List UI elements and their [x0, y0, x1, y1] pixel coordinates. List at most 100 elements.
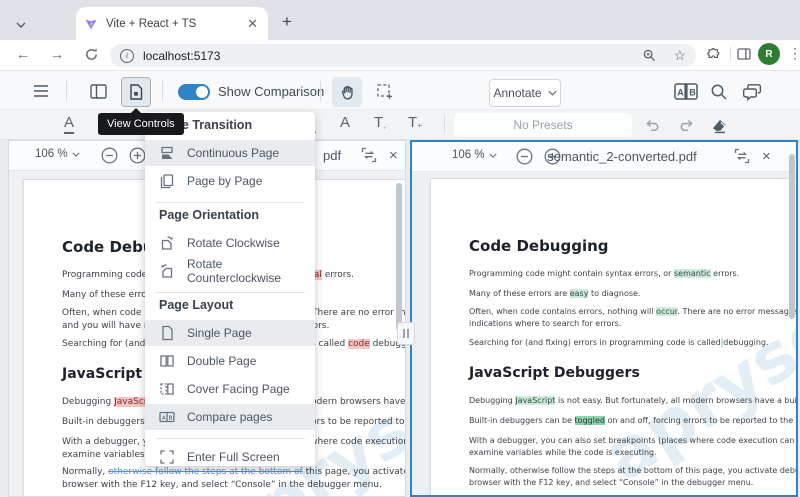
browser-menu-icon[interactable]: ⋮: [788, 45, 800, 62]
menu-section-header: Page Orientation: [159, 208, 260, 222]
menu-section-header: Page Layout: [159, 298, 234, 312]
menu-item-label: Rotate Counterclockwise: [187, 257, 282, 285]
chevron-down-icon: [547, 90, 557, 96]
chevron-down-icon: [72, 152, 80, 157]
view-controls-menu: Page Transition Continuous Page Page by Pa…: [145, 112, 315, 466]
pan-hand-icon[interactable]: [332, 77, 362, 107]
highlight-tool-icon[interactable]: A: [340, 114, 350, 131]
comments-icon[interactable]: [738, 79, 766, 105]
menu-item-continuous-page[interactable]: Continuous Page: [145, 140, 315, 166]
doc-paragraph-line: Normally, otherwise follow the steps at …: [62, 467, 406, 477]
marquee-zoom-icon[interactable]: [372, 79, 398, 105]
forward-icon[interactable]: →: [50, 46, 64, 62]
menu-item-label: Page by Page: [187, 174, 263, 188]
browser-profile-avatar[interactable]: R: [758, 43, 780, 65]
left-replace-document-icon[interactable]: [361, 147, 377, 163]
right-panel-header: 106 % semantic_2-converted.pdf ×: [412, 142, 796, 172]
rotate-counterclockwise-icon: [161, 264, 173, 278]
underline-tool-icon[interactable]: A: [64, 114, 75, 134]
annotate-label: Annotate: [493, 86, 542, 100]
show-comparison-toggle[interactable]: [178, 84, 210, 100]
doc-paragraph-line: Built-in debuggers can be toggled on and…: [469, 416, 798, 425]
left-zoom-in-icon[interactable]: [129, 147, 146, 164]
single-page-icon: [162, 325, 173, 341]
left-zoom-dropdown[interactable]: 106 %: [35, 148, 80, 160]
tab-search-icon[interactable]: [8, 14, 34, 36]
site-info-icon[interactable]: i: [120, 48, 134, 63]
url-text: localhost:5173: [143, 48, 221, 63]
zoom-page-icon[interactable]: [642, 48, 657, 63]
menu-item-enter-full-screen[interactable]: Enter Full Screen: [145, 444, 315, 466]
doc-paragraph-line: examine variables while the code is exec…: [469, 447, 657, 457]
menu-item-page-by-page[interactable]: Page by Page: [145, 168, 315, 194]
callout-text-tool-icon[interactable]: T₊: [408, 114, 422, 131]
menu-item-double-page[interactable]: Double Page: [145, 348, 315, 374]
new-tab-button[interactable]: +: [282, 12, 292, 32]
bookmark-star-icon[interactable]: ☆: [673, 47, 686, 64]
hamburger-menu-icon[interactable]: [28, 79, 54, 103]
left-close-document-icon[interactable]: ×: [389, 148, 398, 163]
svg-text:A: A: [677, 87, 684, 97]
redo-icon[interactable]: [674, 114, 698, 136]
search-icon[interactable]: [706, 79, 732, 105]
left-panel-scrollbar[interactable]: [396, 183, 402, 331]
omnibox[interactable]: i localhost:5173 ☆: [110, 44, 696, 67]
doc-heading: Code Debugging: [469, 237, 609, 255]
presets-box[interactable]: No Presets: [454, 113, 632, 137]
menu-item-rotate-counterclockwise[interactable]: Rotate Counterclockwise: [145, 257, 315, 285]
doc-paragraph-line: Searching for (and fixing) errors in pro…: [469, 338, 769, 347]
compare-ab-icon[interactable]: AB: [672, 80, 700, 102]
page-by-page-icon: [160, 174, 174, 189]
view-controls-button[interactable]: [121, 77, 151, 107]
menu-item-label: Compare pages: [187, 410, 273, 424]
toolbar-separator: [66, 81, 67, 101]
continuous-page-icon: [161, 146, 173, 159]
menu-item-cover-facing-page[interactable]: Cover Facing Page: [145, 376, 315, 402]
panel-resize-handle[interactable]: [397, 322, 415, 345]
toolbar-separator: [162, 81, 163, 101]
free-text-tool-icon[interactable]: T˯: [374, 114, 386, 131]
eraser-icon[interactable]: [706, 113, 732, 137]
annotate-ribbon-dropdown[interactable]: Annotate: [489, 79, 561, 107]
side-panel-icon[interactable]: [736, 46, 752, 62]
right-document-panel: 106 % semantic_2-converted.pdf × apryse …: [410, 140, 798, 497]
right-zoom-out-icon[interactable]: [516, 148, 533, 165]
undo-icon[interactable]: [640, 114, 664, 136]
right-pdf-page[interactable]: apryse Code Debugging Programming code mi…: [430, 178, 798, 495]
doc-paragraph-line: Many of these errors are easy to diagnos…: [469, 289, 641, 298]
doc-paragraph-line: Debugging JavaScript is not easy. But fo…: [469, 396, 798, 405]
vite-favicon-icon: [84, 17, 98, 31]
view-controls-tooltip: View Controls: [98, 108, 184, 135]
menu-item-rotate-clockwise[interactable]: Rotate Clockwise: [145, 230, 315, 256]
svg-text:A: A: [162, 416, 166, 422]
menu-item-label: Single Page: [187, 326, 252, 340]
left-zoom-out-icon[interactable]: [101, 147, 118, 164]
rotate-clockwise-icon: [161, 236, 173, 250]
extensions-icon[interactable]: [706, 46, 722, 62]
chrome-separator: [730, 47, 731, 61]
app-window: Vite + React + TS ✕ + ← → i localhost:51…: [0, 0, 800, 497]
right-panel-scrollbar[interactable]: [789, 154, 795, 319]
ribbon-separator: [444, 115, 445, 133]
tab-close-icon[interactable]: ✕: [245, 15, 260, 32]
right-close-document-icon[interactable]: ×: [762, 149, 771, 164]
show-comparison-label: Show Comparison: [218, 84, 325, 99]
doc-paragraph-line: browser with the F12 key, and select “Co…: [62, 479, 382, 490]
full-screen-icon: [160, 450, 174, 464]
doc-paragraph-line: With a debugger, you can also set breakp…: [469, 436, 796, 445]
menu-item-label: Double Page: [187, 354, 257, 368]
menu-item-compare-pages[interactable]: A B Compare pages: [145, 404, 315, 430]
tooltip-arrow: [130, 108, 142, 114]
menu-item-single-page[interactable]: Single Page: [145, 320, 315, 346]
compare-panels-icon[interactable]: [84, 77, 112, 105]
back-icon[interactable]: ←: [16, 46, 30, 62]
right-zoom-dropdown[interactable]: 106 %: [452, 149, 497, 161]
browser-tab[interactable]: Vite + React + TS ✕: [76, 7, 268, 40]
doc-heading: JavaScript Debuggers: [469, 365, 640, 381]
compare-pages-icon: AB: [159, 411, 175, 423]
chevron-down-icon: [489, 153, 497, 158]
right-replace-document-icon[interactable]: [734, 148, 750, 164]
reload-icon[interactable]: [84, 47, 99, 62]
svg-text:B: B: [689, 87, 696, 97]
double-page-icon: [160, 355, 174, 367]
